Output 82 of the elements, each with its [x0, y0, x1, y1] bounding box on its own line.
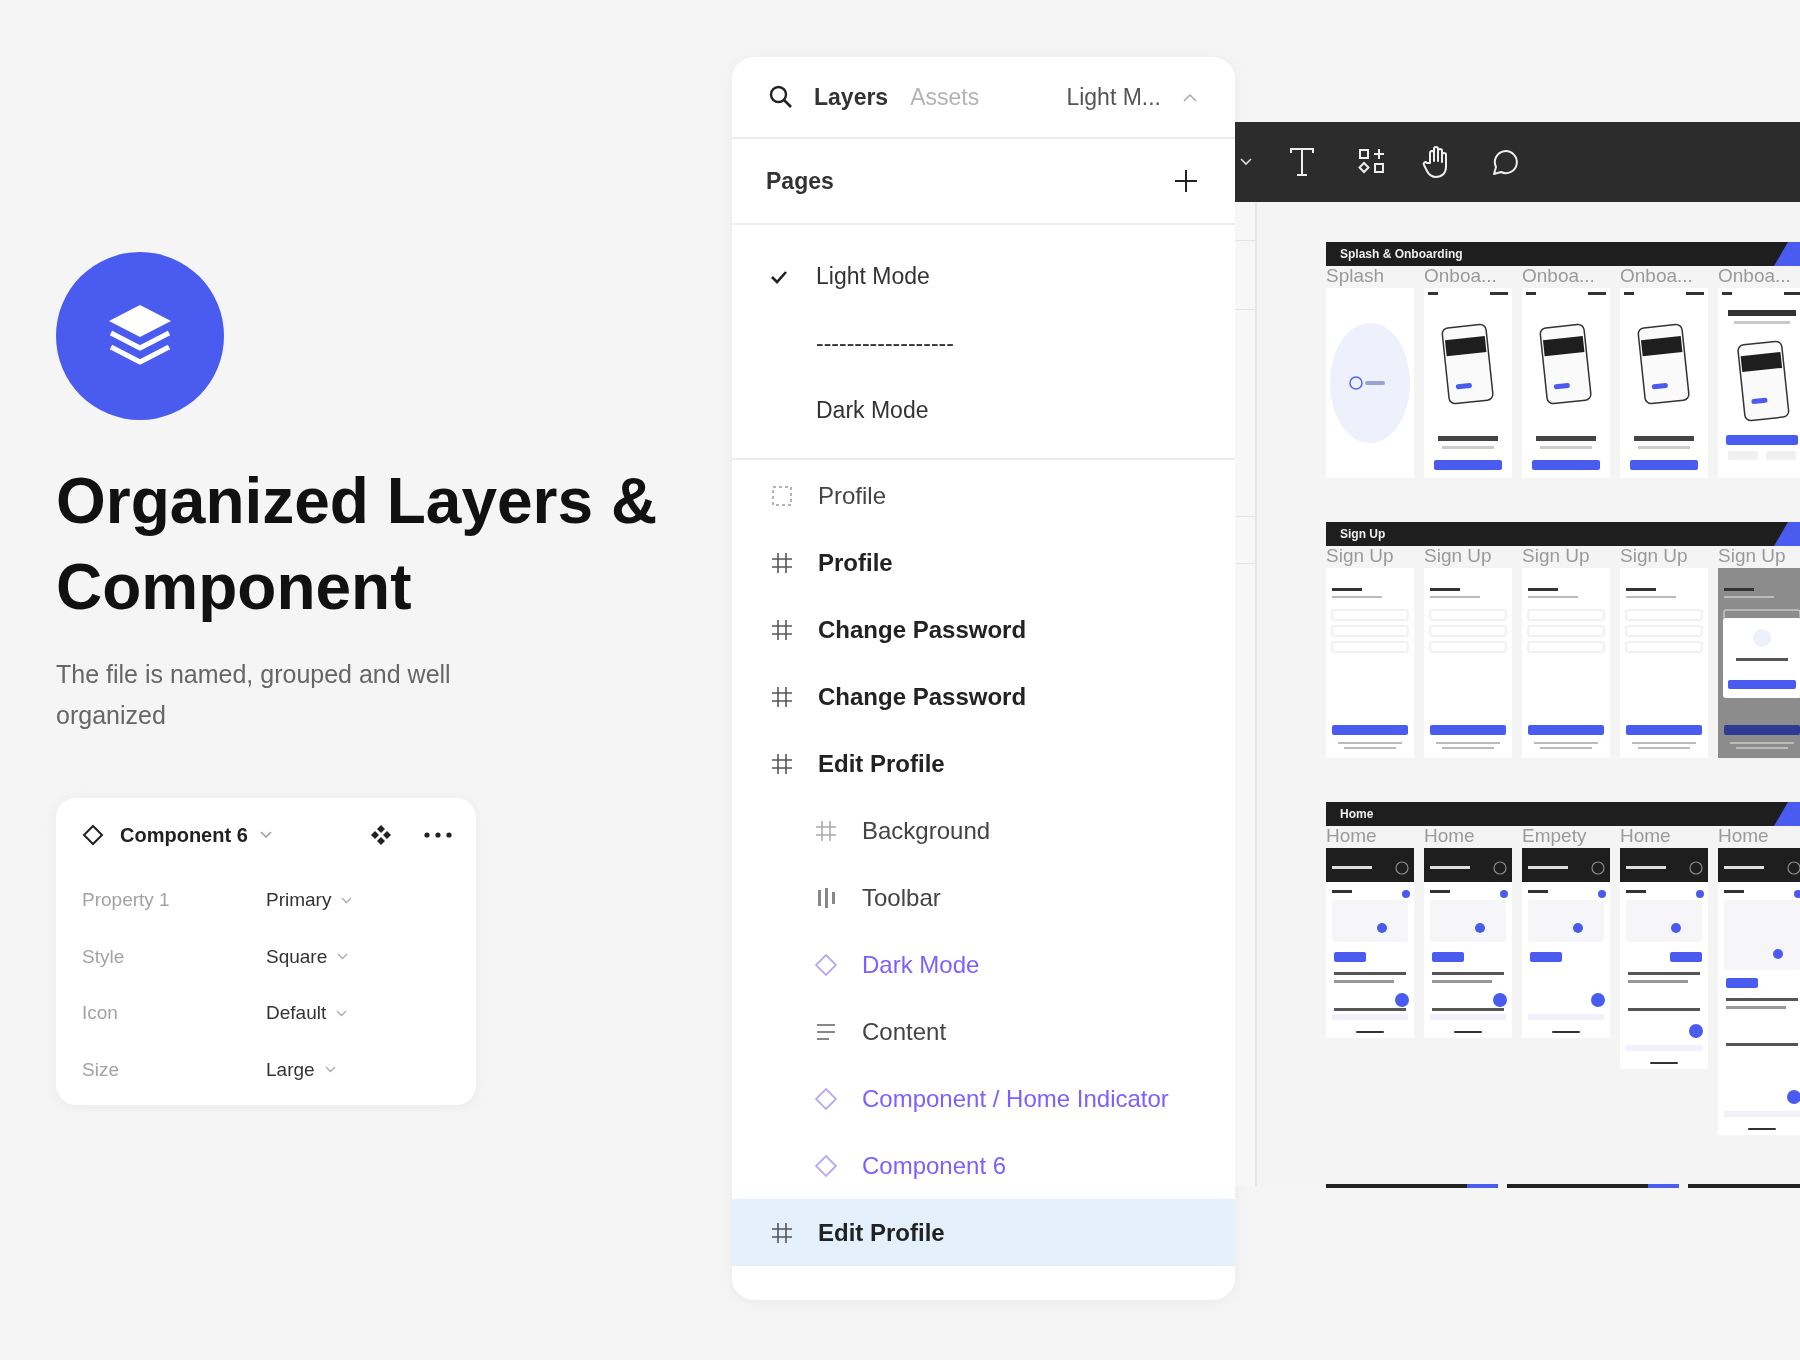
layer-row[interactable]: Edit Profile — [732, 1199, 1235, 1266]
layer-row[interactable]: Content — [732, 998, 1235, 1065]
diamond-icon — [814, 1086, 838, 1111]
frame-icon — [770, 685, 794, 708]
more-icon[interactable] — [424, 832, 452, 838]
layer-row[interactable]: Change Password — [732, 596, 1235, 663]
layer-row[interactable]: Toolbar — [732, 864, 1235, 931]
layer-row[interactable]: Profile — [732, 462, 1235, 529]
layer-row[interactable]: Background — [732, 797, 1235, 864]
layer-name: Edit Profile — [818, 1218, 945, 1247]
page-item[interactable]: Dark Mode — [732, 377, 1235, 444]
frame-label: Home — [1326, 826, 1378, 846]
layer-name: Change Password — [818, 682, 1027, 711]
components-icon[interactable] — [1358, 148, 1386, 176]
section-header: Sign Up — [1326, 522, 1800, 546]
property-dropdown[interactable]: Primary — [266, 889, 353, 912]
property-label: Property 1 — [82, 889, 171, 912]
add-icon[interactable] — [1173, 168, 1199, 194]
diamond-icon — [814, 952, 838, 977]
chevron-down-icon — [324, 1066, 336, 1074]
property-label: Size — [82, 1058, 120, 1081]
layer-name: Profile — [818, 548, 893, 577]
frame-label: Onboa... — [1424, 266, 1498, 286]
layer-name: Component 6 — [862, 1151, 1007, 1180]
frame-icon — [770, 618, 794, 641]
property-label: Style — [82, 945, 126, 968]
frame-label: Sign Up — [1718, 546, 1787, 566]
frame-label: Onboa... — [1522, 266, 1596, 286]
layer-row[interactable]: Profile — [732, 529, 1235, 596]
layer-row[interactable]: Change Password — [732, 663, 1235, 730]
layer-row[interactable]: Component 6 — [732, 1132, 1235, 1199]
frame-label: Sign Up — [1326, 546, 1395, 566]
property-dropdown[interactable]: Default — [266, 1002, 348, 1025]
chevron-down-icon — [337, 953, 349, 961]
hero-title: Organized Layers & Component — [56, 464, 659, 625]
frame-label: Home — [1424, 826, 1476, 846]
layer-row[interactable]: Dark Mode — [732, 931, 1235, 998]
component-set-icon[interactable] — [370, 824, 392, 846]
frame-icon — [814, 819, 838, 842]
component-name[interactable]: Component 6 — [120, 823, 248, 847]
layer-name: Background — [862, 816, 991, 845]
page-menu[interactable]: Light M... — [1066, 83, 1161, 111]
layer-name: Content — [862, 1017, 947, 1046]
property-label: Icon — [82, 1002, 119, 1025]
frame-label: Sign Up — [1522, 546, 1591, 566]
frame-label: Onboa... — [1620, 266, 1694, 286]
chevron-down-icon — [341, 896, 353, 904]
property-dropdown[interactable]: Large — [266, 1058, 336, 1081]
component-icon — [82, 824, 104, 846]
layer-name: Change Password — [818, 615, 1027, 644]
frame-label: Sign Up — [1620, 546, 1689, 566]
frame-label: Splash — [1326, 266, 1386, 286]
property-dropdown[interactable]: Square — [266, 945, 349, 968]
section-header: Home — [1326, 802, 1800, 826]
layer-row[interactable]: Edit Profile — [732, 730, 1235, 797]
layer-name: Dark Mode — [862, 950, 980, 979]
hero-subtitle: The file is named, grouped and well organized — [56, 659, 452, 731]
page-item[interactable]: ------------------ — [732, 310, 1235, 377]
chevron-down-icon — [336, 1009, 348, 1017]
frame-label: Onboa... — [1718, 266, 1792, 286]
layer-name: Profile — [818, 481, 887, 510]
frame-icon — [770, 551, 794, 574]
page-item[interactable]: Light Mode — [732, 243, 1235, 310]
section-icon — [770, 484, 794, 507]
panel-tab[interactable]: Layers — [814, 83, 889, 111]
frame-label: Sign Up — [1424, 546, 1493, 566]
frame-label: Empety — [1522, 826, 1588, 846]
search-icon[interactable] — [768, 84, 794, 110]
layer-name: Toolbar — [862, 883, 941, 912]
frame-label: Home — [1718, 826, 1770, 846]
section-header: Splash & Onboarding — [1326, 242, 1800, 266]
check-icon — [770, 269, 788, 284]
comment-icon[interactable] — [1490, 147, 1520, 177]
frame-icon — [770, 752, 794, 775]
layer-row[interactable]: Component / Home Indicator — [732, 1065, 1235, 1132]
frame-label: Home — [1620, 826, 1672, 846]
pages-heading: Pages — [766, 167, 834, 195]
diamond-icon — [814, 1153, 838, 1178]
layer-name: Component / Home Indicator — [862, 1084, 1169, 1113]
text-tool-icon[interactable] — [1289, 147, 1315, 177]
layer-name: Edit Profile — [818, 749, 945, 778]
frame-icon — [770, 1221, 794, 1244]
